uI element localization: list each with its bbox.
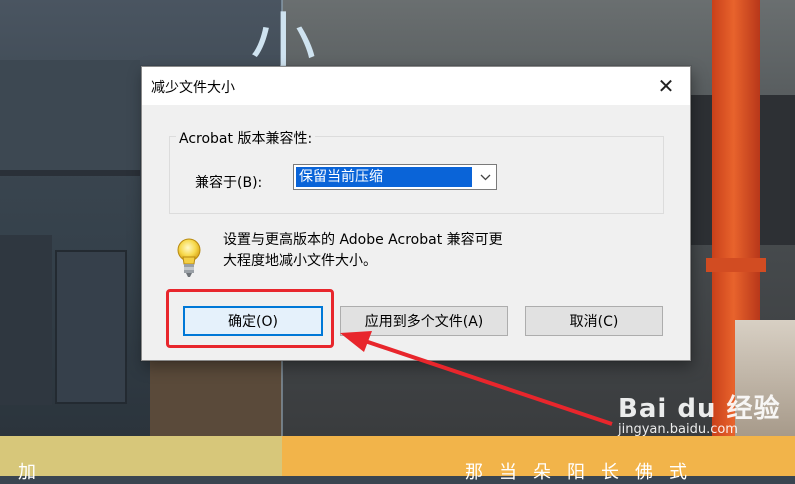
shop-door [150,360,282,436]
pole-band [706,258,766,272]
close-icon: ✕ [657,74,675,98]
compatible-with-label: 兼容于(B): [195,175,263,191]
dialog-title: 减少文件大小 [151,80,235,96]
watermark-url: jingyan.baidu.com [618,422,738,437]
lightbulb-icon [176,237,202,279]
chevron-down-icon[interactable] [474,165,496,189]
hint-message-line2: 大程度地减小文件大小。 [223,253,377,269]
baidu-watermark: Bai du 经验 jingyan.baidu.com [618,388,781,437]
hint-message-line1: 设置与更高版本的 Adobe Acrobat 兼容可更 [223,232,503,248]
background-big-character: 小 [250,5,316,82]
hint-message: 设置与更高版本的 Adobe Acrobat 兼容可更 大程度地减小文件大小。 [223,230,503,272]
bottom-band-left: 加 [0,436,282,483]
compatibility-selected-value: 保留当前压缩 [296,167,472,187]
annotation-highlight-box [166,289,334,348]
apply-to-multiple-files-button[interactable]: 应用到多个文件(A) [340,306,508,336]
bottom-band-right: 那当朵阳长佛式 [282,436,795,483]
bottom-band: 加 那当朵阳长佛式 [0,436,795,483]
shop-awning [0,60,140,176]
cancel-button[interactable]: 取消(C) [525,306,663,336]
dialog-titlebar: 减少文件大小 ✕ [142,67,690,105]
compatibility-group-label: Acrobat 版本兼容性: [176,128,316,148]
shop-sign-banner [55,250,127,404]
bottom-right-text: 那当朵阳长佛式 [465,462,703,483]
bottom-left-text: 加 [18,462,36,483]
compatibility-select[interactable]: 保留当前压缩 [293,164,497,190]
shop-sign-left [0,235,52,405]
watermark-brand: Bai du 经验 [618,394,781,424]
close-button[interactable]: ✕ [646,69,686,103]
